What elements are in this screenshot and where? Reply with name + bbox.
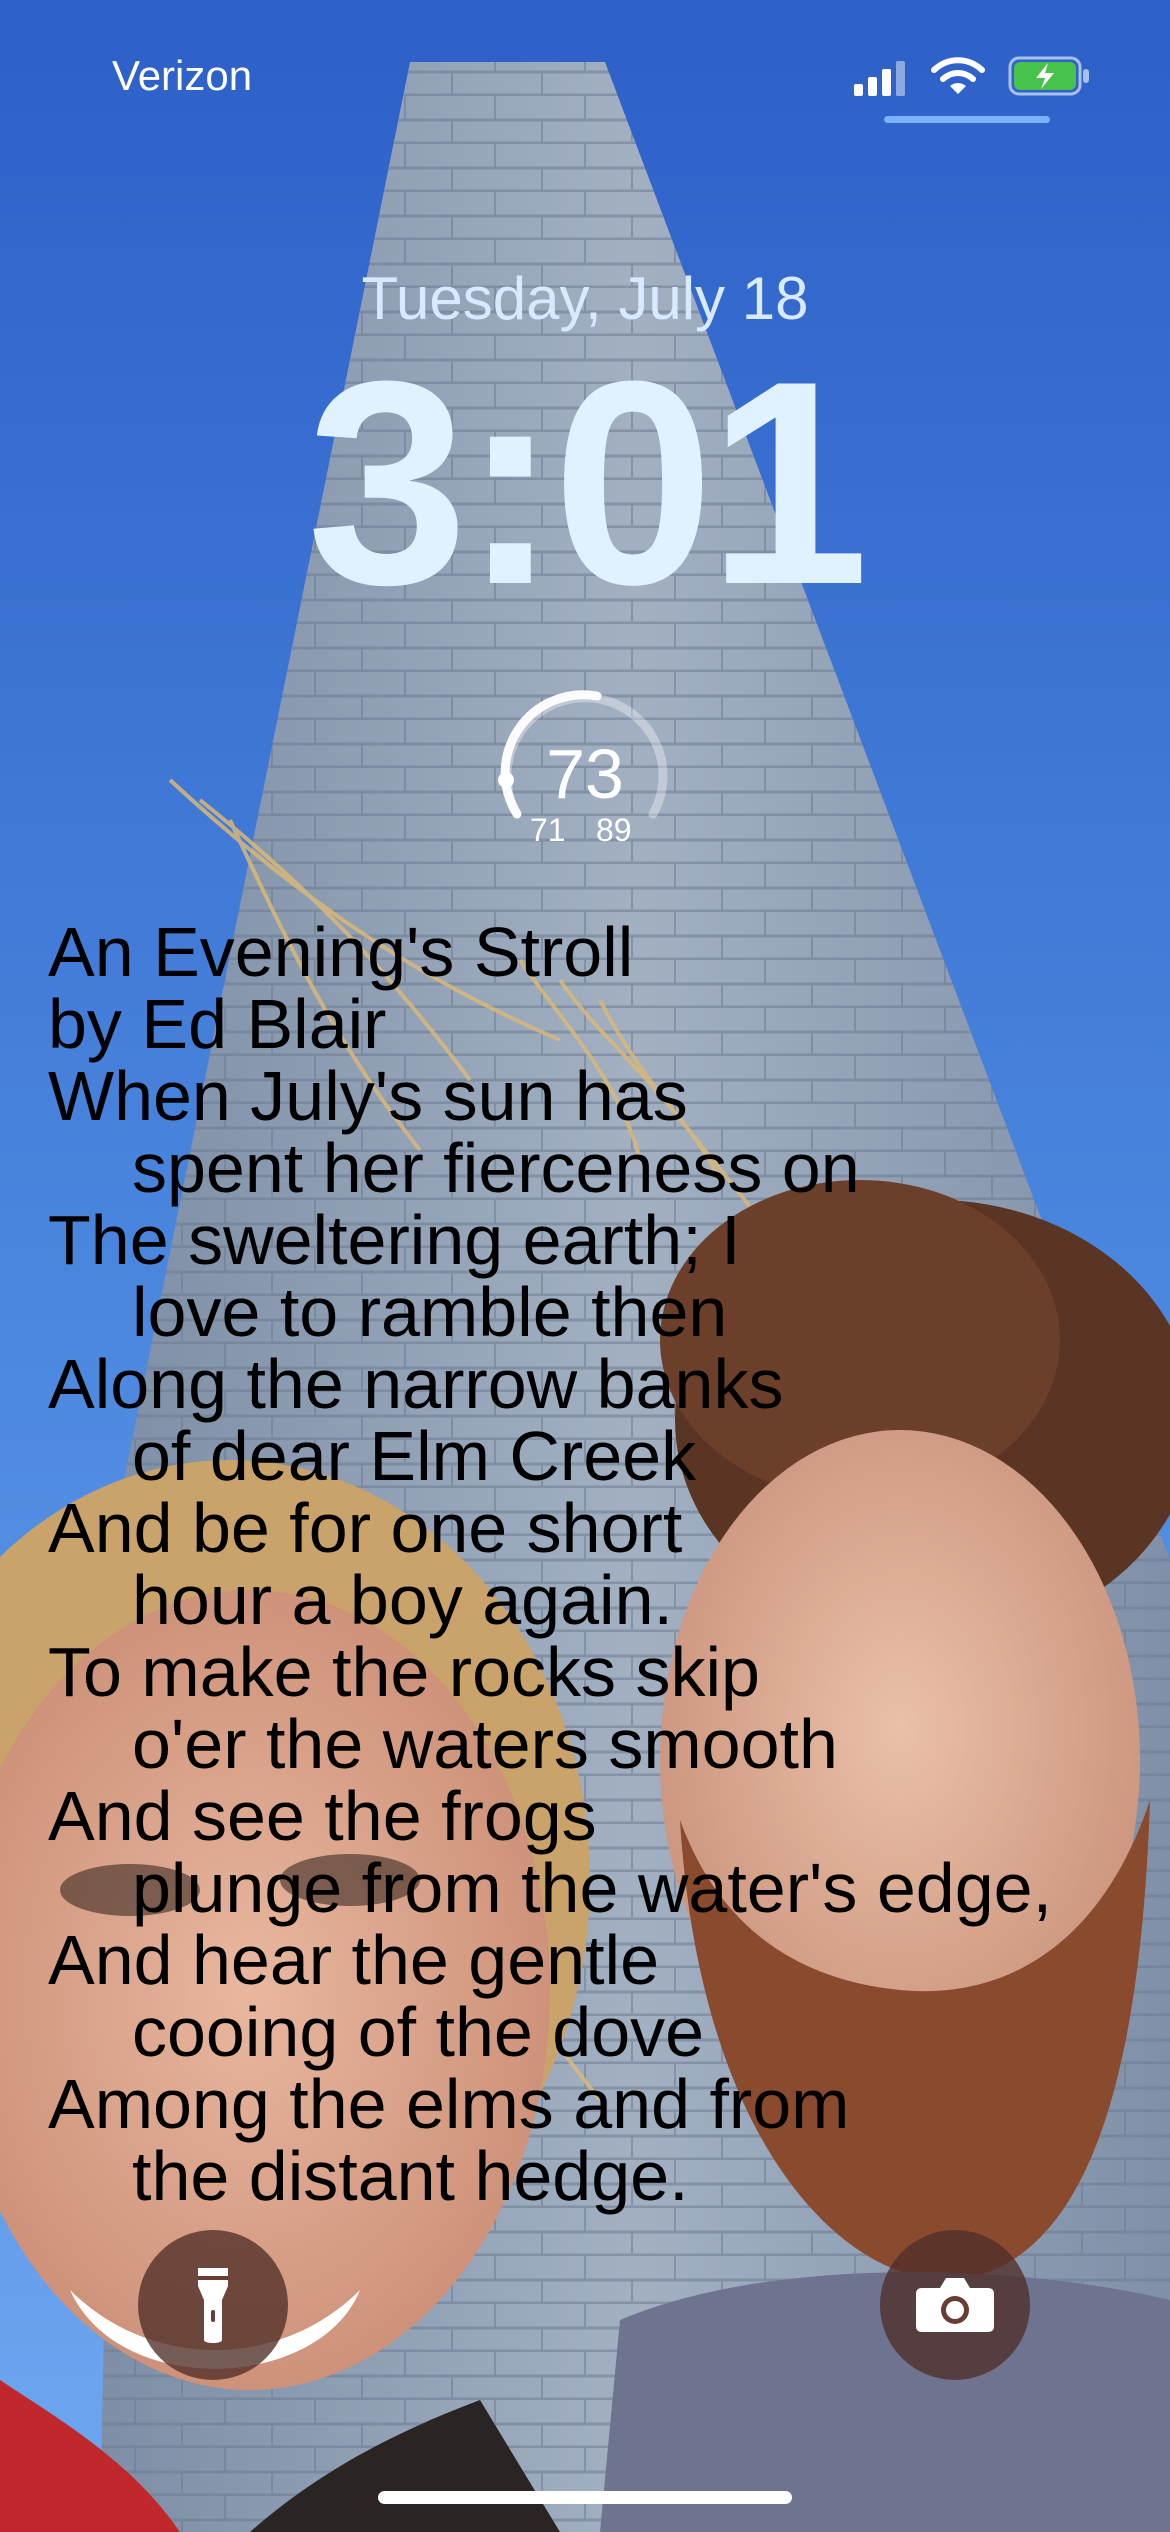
lock-time: 3:01: [306, 321, 869, 645]
poem-line: o'er the waters smooth: [132, 1705, 838, 1783]
flashlight-button[interactable]: [138, 2230, 288, 2380]
camera-icon: [916, 2278, 994, 2332]
poem-line: The sweltering earth; I: [48, 1201, 741, 1279]
battery-charging-icon: [1008, 56, 1092, 101]
poem-line: the distant hedge.: [132, 2137, 689, 2215]
poem-line: of dear Elm Creek: [132, 1417, 697, 1495]
weather-widget[interactable]: 73 71 89: [492, 684, 678, 854]
poem-title: An Evening's Stroll: [48, 913, 634, 991]
camera-button[interactable]: [880, 2230, 1030, 2380]
wifi-icon: [930, 54, 986, 103]
high-temperature: 89: [596, 812, 632, 848]
low-temperature: 71: [530, 812, 566, 848]
poem-line: And hear the gentle: [48, 1921, 660, 1999]
poem-line: And be for one short: [48, 1489, 683, 1567]
carrier-label: Verizon: [112, 52, 253, 99]
poem-line: spent her fierceness on: [132, 1129, 860, 1207]
poem-line: hour a boy again.: [132, 1561, 673, 1639]
poem-line: Among the elms and from: [48, 2065, 850, 2143]
poem-line: When July's sun has: [48, 1057, 688, 1135]
poem-line: Along the narrow banks: [48, 1345, 784, 1423]
poem-line: cooing of the dove: [132, 1993, 705, 2071]
poem-author: by Ed Blair: [48, 985, 387, 1063]
poem-line: plunge from the water's edge,: [132, 1849, 1053, 1927]
poem-line: love to ramble then: [132, 1273, 728, 1351]
status-underline: [884, 116, 1050, 123]
poem-text: An Evening's Stroll by Ed Blair When Jul…: [48, 916, 1168, 2212]
poem-line: And see the frogs: [48, 1777, 597, 1855]
status-bar: Verizon: [0, 0, 1170, 140]
poem-line: To make the rocks skip: [48, 1633, 760, 1711]
cellular-signal-icon: [852, 58, 912, 103]
home-indicator[interactable]: [378, 2491, 792, 2504]
flashlight-icon: [198, 2268, 228, 2343]
current-temperature: 73: [546, 735, 624, 813]
